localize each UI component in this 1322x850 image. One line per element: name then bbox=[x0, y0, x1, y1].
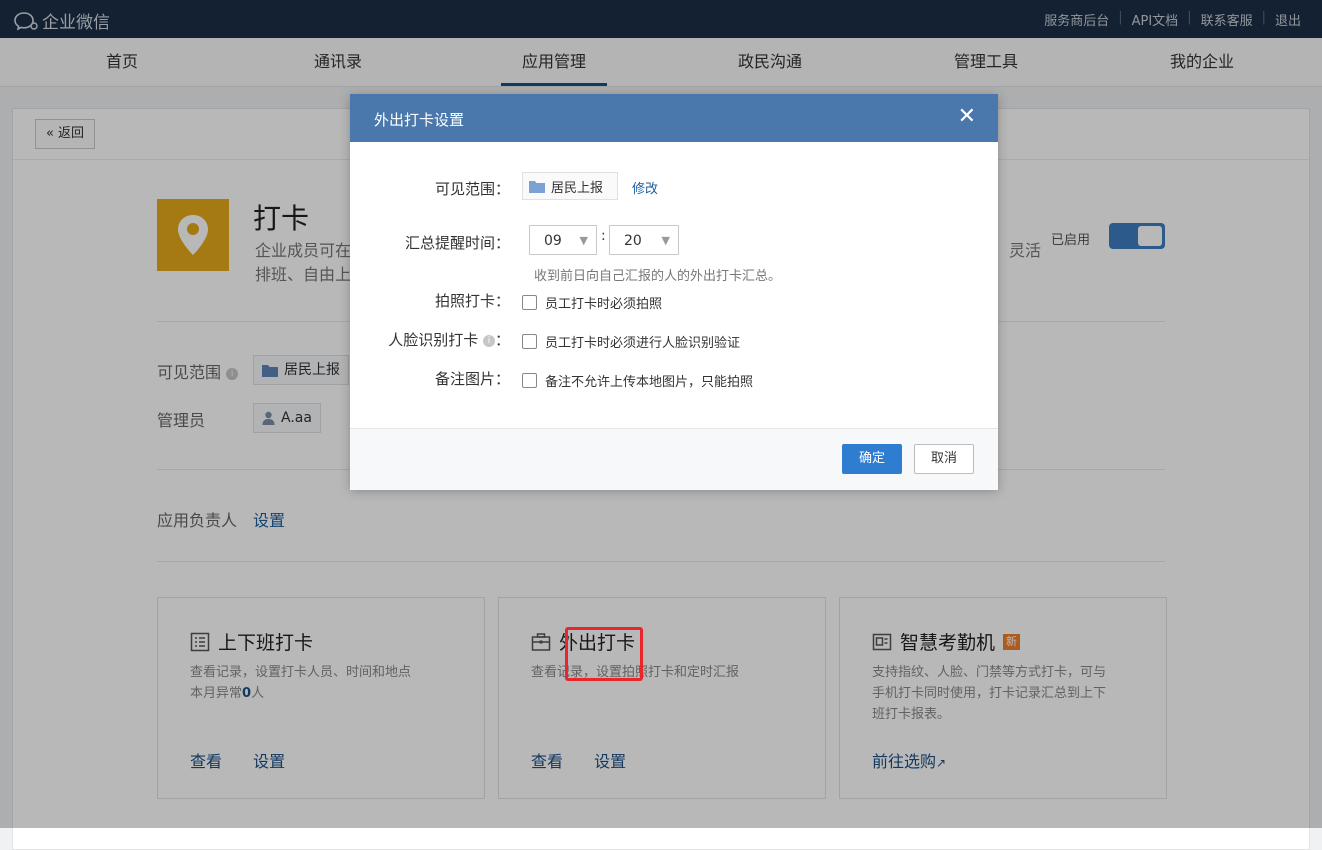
close-icon[interactable]: ✕ bbox=[958, 105, 976, 129]
note-image-option[interactable]: 备注不允许上传本地图片，只能拍照 bbox=[522, 371, 753, 390]
photo-checkin-option[interactable]: 员工打卡时必须拍照 bbox=[522, 293, 662, 312]
highlight-box bbox=[565, 627, 643, 681]
visible-scope-chip: 居民上报 bbox=[522, 172, 618, 200]
photo-checkin-label: 拍照打卡： bbox=[434, 292, 510, 310]
visible-range-label: 可见范围： bbox=[434, 180, 510, 198]
face-option-text: 员工打卡时必须进行人脸识别验证 bbox=[545, 336, 741, 351]
face-checkin-label: 人脸识别打卡 i： bbox=[388, 331, 510, 349]
note-image-label: 备注图片： bbox=[434, 370, 510, 388]
note-option-text: 备注不允许上传本地图片，只能拍照 bbox=[545, 375, 754, 390]
cancel-button[interactable]: 取消 bbox=[914, 444, 974, 474]
photo-option-text: 员工打卡时必须拍照 bbox=[545, 297, 663, 312]
time-separator: : bbox=[601, 228, 606, 244]
minute-select[interactable]: 20 ▼ bbox=[609, 225, 679, 255]
reminder-time-label: 汇总提醒时间： bbox=[404, 234, 510, 252]
reminder-hint: 收到前日向自己汇报的人的外出打卡汇总。 bbox=[534, 269, 782, 284]
outing-checkin-settings-dialog: 外出打卡设置 ✕ 可见范围： 居民上报 修改 汇总提醒时间： 09 ▼ : 20 ▼… bbox=[350, 94, 998, 490]
face-checkbox[interactable] bbox=[522, 334, 537, 349]
face-checkin-option[interactable]: 员工打卡时必须进行人脸识别验证 bbox=[522, 332, 740, 351]
photo-checkbox[interactable] bbox=[522, 295, 537, 310]
hour-select[interactable]: 09 ▼ bbox=[529, 225, 597, 255]
dropdown-arrow-icon: ▼ bbox=[661, 234, 670, 247]
dialog-footer: 确定 取消 bbox=[350, 428, 998, 490]
confirm-button[interactable]: 确定 bbox=[842, 444, 902, 474]
modify-scope-link[interactable]: 修改 bbox=[632, 178, 658, 197]
note-checkbox[interactable] bbox=[522, 373, 537, 388]
dialog-header: 外出打卡设置 ✕ bbox=[350, 94, 998, 142]
dialog-title: 外出打卡设置 bbox=[374, 111, 465, 129]
info-icon[interactable]: i bbox=[482, 334, 495, 347]
minute-value: 20 bbox=[624, 233, 642, 249]
hour-value: 09 bbox=[544, 233, 562, 249]
scope-name: 居民上报 bbox=[551, 180, 604, 196]
dropdown-arrow-icon: ▼ bbox=[579, 234, 588, 247]
folder-icon bbox=[529, 180, 545, 193]
